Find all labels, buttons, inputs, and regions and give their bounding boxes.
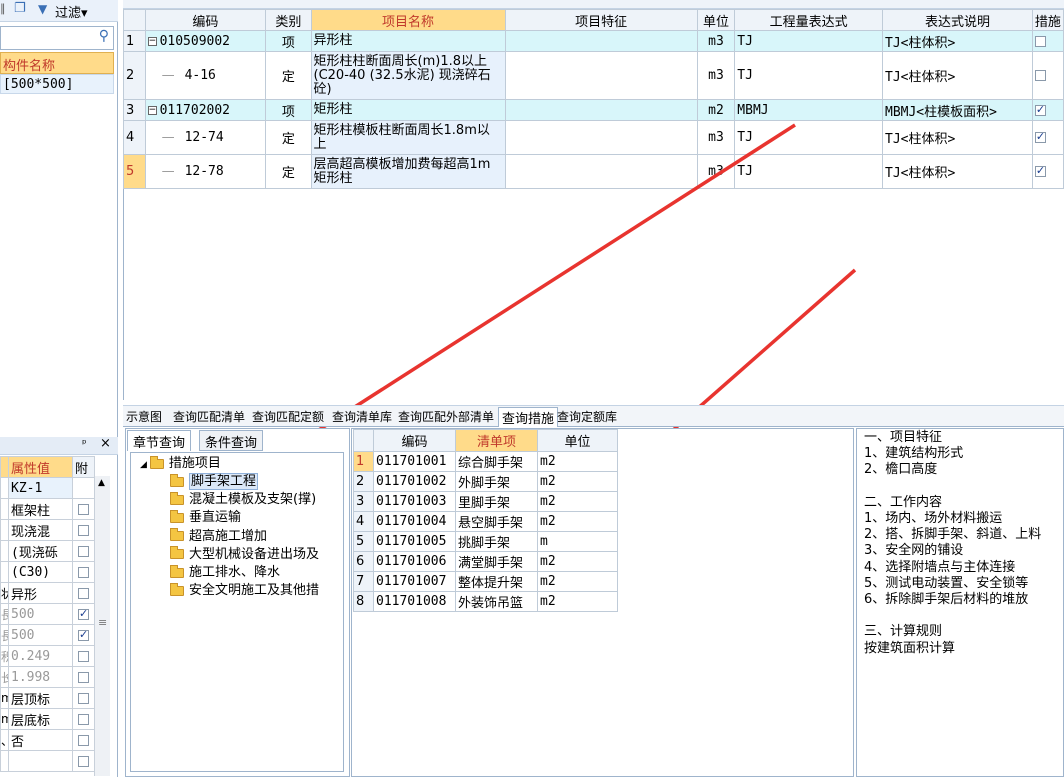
folder-icon [170,473,184,487]
tree-node-label: 施工排水、降水 [189,565,281,580]
tree-node-label: 大型机械设备进出场及 [189,546,320,562]
list-row-item[interactable]: 外脚手架 [455,471,538,492]
folder-icon [170,564,184,578]
list-row-unit[interactable]: m2 [537,511,618,532]
list-header-item[interactable]: 清单项 [455,429,538,452]
list-row[interactable]: 6 011701006 满堂脚手架 m2 [353,551,618,572]
list-row-code[interactable]: 011701005 [373,531,456,552]
list-row-unit[interactable]: m2 [537,551,618,572]
description-line: 2、檐口高度 [864,462,938,478]
list-row-unit[interactable]: m [537,531,618,552]
description-line: 二、工作内容 [864,494,943,510]
folder-icon [170,546,184,560]
tree-node[interactable]: 大型机械设备进出场及 [170,546,319,564]
list-row-item[interactable]: 挑脚手架 [455,531,538,552]
list-row[interactable]: 7 011701007 整体提升架 m2 [353,571,618,592]
tree-node-label: 安全文明施工及其他措 [189,583,320,599]
tab-query-measures[interactable]: 查询措施 [498,407,559,427]
description-line: 一、项目特征 [864,430,943,445]
description-line: 6、拆除脚手架后材料的堆放 [864,592,1029,607]
list-row-item[interactable]: 综合脚手架 [455,451,538,472]
list-row[interactable]: 5 011701005 挑脚手架 m [353,531,618,552]
list-row-number[interactable]: 7 [353,571,374,592]
list-row[interactable]: 1 011701001 综合脚手架 m2 [353,451,618,472]
description-line: 4、选择附墙点与主体连接 [864,559,1016,575]
list-row[interactable]: 3 011701003 里脚手架 m2 [353,491,618,512]
tab-match-external-list[interactable]: 查询匹配外部清单 [398,408,494,425]
list-row-unit[interactable]: m2 [537,451,618,472]
tree-node[interactable]: 垂直运输 [170,509,241,527]
tree-node-label: 混凝土模板及支架(撑) [189,492,317,508]
list-row-number[interactable]: 6 [353,551,374,572]
list-row-code[interactable]: 011701002 [373,471,456,492]
tab-match-quota[interactable]: 查询匹配定额 [252,408,324,425]
description-line: 按建筑面积计算 [864,640,956,656]
list-row-code[interactable]: 011701001 [373,451,456,472]
tab-match-list[interactable]: 查询匹配清单 [173,408,245,425]
list-header-rownum [353,429,374,452]
list-row-code[interactable]: 011701006 [373,551,456,572]
list-row-item[interactable]: 满堂脚手架 [455,551,538,572]
list-row-code[interactable]: 011701003 [373,491,456,512]
list-row-number[interactable]: 1 [353,451,374,472]
list-row-item[interactable]: 整体提升架 [455,571,538,592]
list-header-unit[interactable]: 单位 [537,429,618,452]
tree-expand-icon[interactable]: ◢ [140,460,147,470]
subtab-condition-query[interactable]: 条件查询 [199,430,264,451]
list-grid-header: 编码 清单项 单位 [353,429,618,452]
list-row-item[interactable]: 里脚手架 [455,491,538,512]
tree-node[interactable]: 混凝土模板及支架(撑) [170,491,316,509]
tree-node-label: 脚手架工程 [189,473,259,490]
arrow-to-scaffold-tree [284,123,796,453]
tree-node[interactable]: 超高施工增加 [170,528,267,546]
folder-icon [170,528,184,542]
description-line: 3、安全网的铺设 [864,543,964,559]
list-row-number[interactable]: 2 [353,471,374,492]
list-row-code[interactable]: 011701008 [373,591,456,612]
tree-root-node[interactable]: ◢ 措施项目 [140,455,221,473]
list-row-item[interactable]: 悬空脚手架 [455,511,538,532]
list-grid: 编码 清单项 单位 1 011701001 综合脚手架 m2 2 011701002 外脚手… [353,429,618,612]
tree-node[interactable]: 安全文明施工及其他措 [170,582,319,600]
tree-node-label: 垂直运输 [189,510,242,526]
description-line: 1、场内、场外材料搬运 [864,511,1003,526]
list-row-unit[interactable]: m2 [537,571,618,592]
list-row-number[interactable]: 3 [353,491,374,512]
folder-icon [170,509,184,523]
tab-diagram[interactable]: 示意图 [126,408,162,425]
tree-node-label: 超高施工增加 [189,528,268,544]
tree-root-label: 措施项目 [168,456,221,471]
list-row-code[interactable]: 011701007 [373,571,456,592]
list-row[interactable]: 8 011701008 外装饰吊篮 m2 [353,591,618,612]
description-line: 三、计算规则 [864,624,943,640]
list-row-code[interactable]: 011701004 [373,511,456,532]
folder-icon [170,491,184,505]
tree-node[interactable]: 施工排水、降水 [170,564,280,582]
subtab-chapter-query[interactable]: 章节查询 [127,430,192,451]
list-row-number[interactable]: 4 [353,511,374,532]
folder-icon [170,582,184,596]
tab-quota-library[interactable]: 查询定额库 [557,408,617,425]
list-row-item[interactable]: 外装饰吊篮 [455,591,538,612]
list-row-unit[interactable]: m2 [537,491,618,512]
description-line: 2、搭、拆脚手架、斜道、上料 [864,527,1042,543]
tab-list-library[interactable]: 查询清单库 [332,408,392,425]
list-row-unit[interactable]: m2 [537,471,618,492]
list-row[interactable]: 2 011701002 外脚手架 m2 [353,471,618,492]
description-line: 1、建筑结构形式 [864,446,964,462]
tree-node[interactable]: 脚手架工程 [170,473,259,491]
list-row-number[interactable]: 8 [353,591,374,612]
list-row-number[interactable]: 5 [353,531,374,552]
list-row-unit[interactable]: m2 [537,591,618,612]
list-row[interactable]: 4 011701004 悬空脚手架 m2 [353,511,618,532]
list-header-code[interactable]: 编码 [373,429,456,452]
folder-open-icon [149,455,164,469]
description-line: 5、测试电动装置、安全锁等 [864,575,1029,591]
